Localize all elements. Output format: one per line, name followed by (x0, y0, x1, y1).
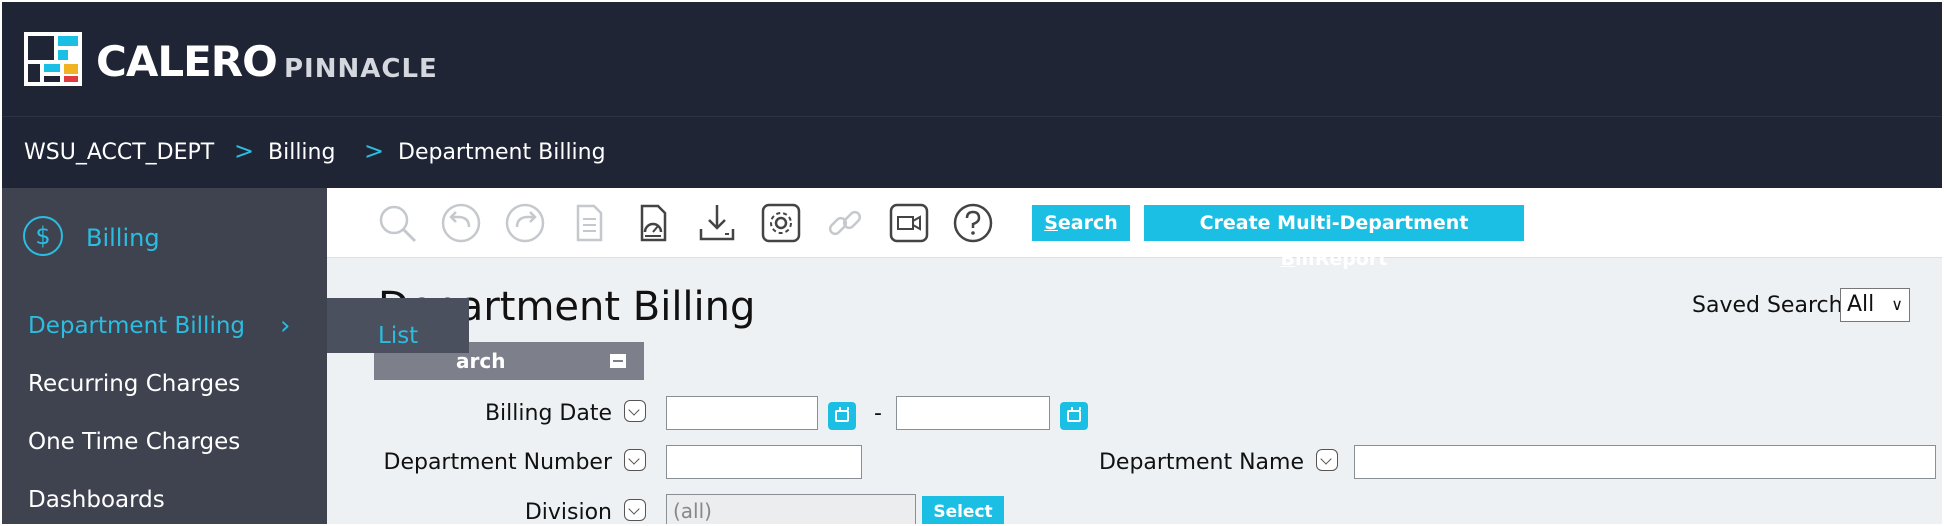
create-button-label-end: illReport (1295, 248, 1388, 270)
date-range-separator: - (874, 401, 882, 426)
division-operator-dropdown[interactable] (624, 499, 646, 521)
department-number-input[interactable] (666, 445, 862, 479)
department-name-label: Department Name (1098, 450, 1304, 475)
redo-icon[interactable] (503, 201, 547, 245)
collapse-icon[interactable] (610, 354, 626, 368)
breadcrumb-item-billing[interactable]: Billing (268, 139, 335, 167)
sidebar-item-recurring-charges[interactable]: Recurring Charges (28, 370, 240, 398)
product-name: PINNACLE (284, 54, 438, 84)
department-name-input[interactable] (1354, 445, 1936, 479)
breadcrumb: WSU_ACCT_DEPT > Billing > Department Bil… (2, 116, 1942, 188)
breadcrumb-separator: > (364, 137, 385, 165)
search-button-accesskey: S (1044, 212, 1058, 234)
create-button-label-start: Create Multi-Department (1199, 212, 1469, 234)
sidebar-item-dashboards[interactable]: Dashboards (28, 486, 165, 514)
sidebar-section-title: Billing (86, 224, 160, 252)
video-icon[interactable] (887, 201, 931, 245)
search-icon[interactable] (375, 201, 419, 245)
search-button-label: earch (1057, 212, 1118, 234)
billing-date-operator-dropdown[interactable] (624, 400, 646, 422)
help-icon[interactable] (951, 201, 995, 245)
calendar-icon[interactable] (828, 402, 856, 430)
sidebar-item-one-time-charges[interactable]: One Time Charges (28, 428, 240, 456)
breadcrumb-item-department-billing[interactable]: Department Billing (398, 139, 606, 167)
undo-icon[interactable] (439, 201, 483, 245)
department-name-operator-dropdown[interactable] (1316, 449, 1338, 471)
saved-search-label: Saved Search (1692, 293, 1843, 318)
sidebar-section-billing[interactable]: $ Billing (2, 188, 327, 274)
link-icon[interactable] (823, 201, 867, 245)
billing-date-label: Billing Date (484, 401, 612, 426)
document-icon[interactable] (567, 201, 611, 245)
toolbar: Search Create Multi-Department BillRepor… (327, 188, 1942, 270)
department-number-operator-dropdown[interactable] (624, 449, 646, 471)
sidebar-item-department-billing[interactable]: Department Billing (28, 312, 245, 340)
calendar-icon[interactable] (1060, 402, 1088, 430)
top-header: CALERO PINNACLE (2, 2, 1942, 116)
saved-search-value: All (1847, 292, 1875, 317)
flyout-item-list[interactable]: List (378, 322, 418, 350)
division-label: Division (524, 500, 612, 524)
calero-logo-icon (24, 32, 82, 86)
billing-date-from-input[interactable] (666, 396, 818, 430)
sidebar: $ Billing Department Billing › Recurring… (2, 188, 327, 524)
division-select-button[interactable]: Select (922, 496, 1004, 524)
chevron-down-icon: ∨ (1891, 295, 1903, 314)
create-multi-department-bill-report-button[interactable]: Create Multi-Department BillReport (1144, 205, 1524, 270)
search-button[interactable]: Search (1032, 205, 1130, 241)
create-button-accesskey: B (1280, 248, 1296, 270)
app-window: CALERO PINNACLE WSU_ACCT_DEPT > Billing … (2, 2, 1942, 524)
breadcrumb-separator: > (234, 137, 255, 165)
settings-icon[interactable] (759, 201, 803, 245)
download-icon[interactable] (695, 201, 739, 245)
billing-date-to-input[interactable] (896, 396, 1050, 430)
saved-search-select[interactable]: All ∨ (1840, 288, 1910, 322)
dollar-icon: $ (23, 216, 63, 256)
division-input: (all) (666, 494, 916, 524)
breadcrumb-item-account[interactable]: WSU_ACCT_DEPT (24, 139, 214, 167)
department-number-label: Department Number (383, 450, 613, 475)
brand-name: CALERO (96, 37, 278, 86)
chevron-right-icon: › (280, 311, 291, 341)
report-icon[interactable] (631, 201, 675, 245)
